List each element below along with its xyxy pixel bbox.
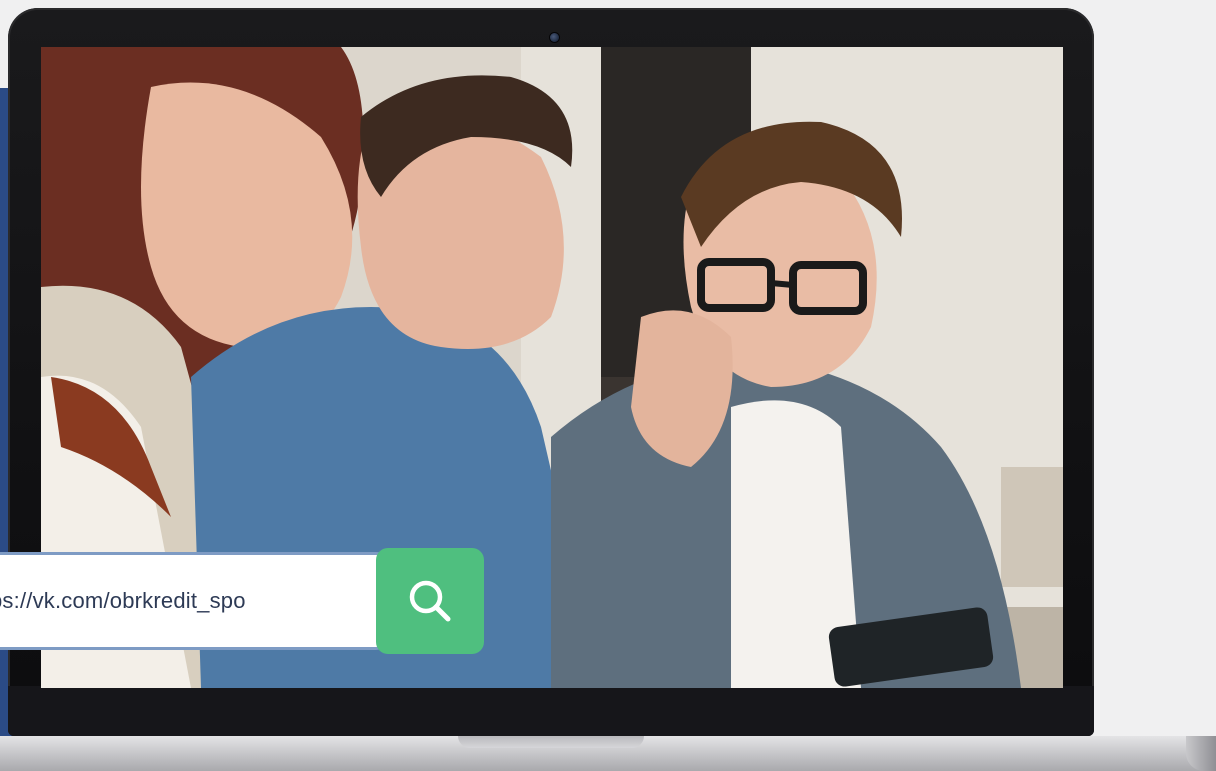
laptop-base xyxy=(0,736,1216,771)
search-button[interactable] xyxy=(376,548,484,654)
search-field[interactable]: ps://vk.com/obrkredit_spo xyxy=(0,552,390,650)
laptop-notch xyxy=(458,736,644,748)
search-icon xyxy=(409,580,451,622)
laptop-base-right-edge xyxy=(1186,736,1216,771)
search-input-text[interactable]: ps://vk.com/obrkredit_spo xyxy=(0,588,246,614)
laptop-bottom-bezel xyxy=(8,686,1094,736)
webcam-icon xyxy=(550,33,559,42)
